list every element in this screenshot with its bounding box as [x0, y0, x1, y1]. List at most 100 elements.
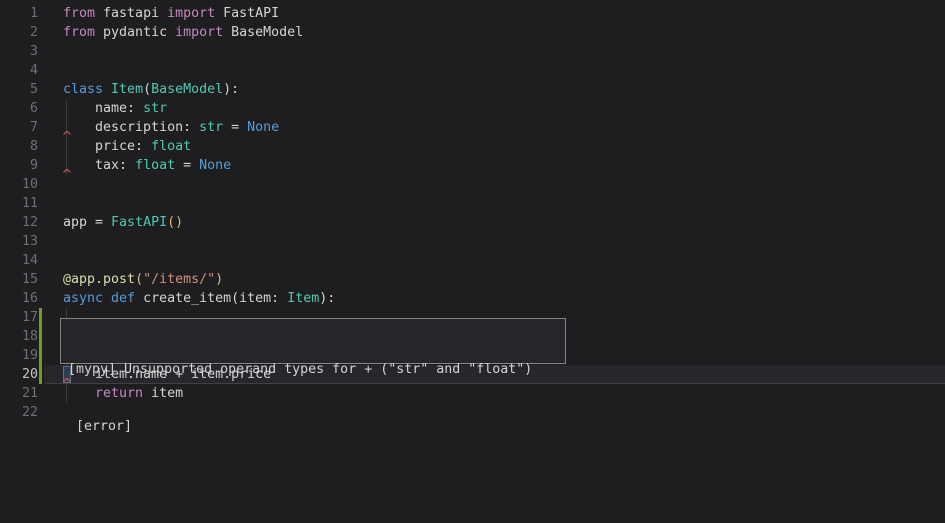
code-token: float [135, 158, 175, 173]
code-line-12[interactable]: 12app = FastAPI() [0, 213, 945, 232]
code-text: @app.post("/items/") [38, 270, 223, 289]
indent-guide [66, 99, 67, 118]
code-token [103, 291, 111, 306]
git-added-indicator [39, 308, 42, 327]
code-token: str [143, 101, 167, 116]
line-number: 13 [0, 232, 38, 251]
line-number: 4 [0, 61, 38, 80]
code-token: name: [63, 101, 143, 116]
diagnostic-severity: [error] [68, 417, 565, 436]
code-text [38, 175, 63, 194]
code-token: ( [143, 82, 151, 97]
line-number: 5 [0, 80, 38, 99]
code-line-4[interactable]: 4 [0, 61, 945, 80]
line-number: 6 [0, 99, 38, 118]
code-line-10[interactable]: 10 [0, 175, 945, 194]
code-text: async def create_item(item: Item): [38, 289, 335, 308]
code-text: from pydantic import BaseModel [38, 23, 303, 42]
code-text: from fastapi import FastAPI [38, 4, 279, 23]
code-token: app = [63, 215, 111, 230]
code-line-8[interactable]: 8 price: float [0, 137, 945, 156]
code-token: "/items/" [143, 272, 215, 287]
line-number: 18 [0, 327, 38, 346]
line-number: 22 [0, 403, 38, 422]
code-line-1[interactable]: 1from fastapi import FastAPI [0, 4, 945, 23]
line-number: 21 [0, 384, 38, 403]
git-added-indicator [39, 365, 42, 384]
code-line-7[interactable]: 7 description: str = None^ [0, 118, 945, 137]
diagnostic-tooltip: [mypy] Unsupported operand types for + (… [60, 318, 566, 364]
code-token: float [151, 139, 191, 154]
code-token: def [111, 291, 135, 306]
line-number: 20 [0, 365, 38, 384]
git-added-indicator [39, 327, 42, 346]
code-token: from [63, 6, 95, 21]
line-number: 10 [0, 175, 38, 194]
line-number: 3 [0, 42, 38, 61]
code-token: tax: [63, 158, 135, 173]
code-text: app = FastAPI() [38, 213, 183, 232]
code-token: BaseModel [223, 25, 303, 40]
line-number: 9 [0, 156, 38, 175]
code-line-13[interactable]: 13 [0, 232, 945, 251]
line-number: 15 [0, 270, 38, 289]
code-token: BaseModel [151, 82, 223, 97]
code-token: from [63, 25, 95, 40]
code-line-6[interactable]: 6 name: str [0, 99, 945, 118]
code-token: FastAPI [215, 6, 279, 21]
code-text [38, 251, 63, 270]
code-token: class [63, 82, 103, 97]
code-token: description: [63, 120, 199, 135]
line-number: 1 [0, 4, 38, 23]
code-token: = [175, 158, 199, 173]
code-token: None [199, 158, 231, 173]
code-token: import [167, 6, 215, 21]
code-text [38, 194, 63, 213]
code-line-14[interactable]: 14 [0, 251, 945, 270]
code-token: ( [135, 272, 143, 287]
code-token: ): [223, 82, 239, 97]
code-token: Item [111, 82, 143, 97]
git-added-indicator [39, 346, 42, 365]
code-token: fastapi [95, 6, 167, 21]
code-text: description: str = None [38, 118, 279, 137]
code-token: str [199, 120, 223, 135]
code-editor: 1from fastapi import FastAPI2from pydant… [0, 0, 945, 523]
code-text [38, 61, 63, 80]
code-line-2[interactable]: 2from pydantic import BaseModel [0, 23, 945, 42]
code-token [103, 82, 111, 97]
code-line-16[interactable]: 16async def create_item(item: Item): [0, 289, 945, 308]
line-number: 7 [0, 118, 38, 137]
code-token: @app.post [63, 272, 135, 287]
code-line-11[interactable]: 11 [0, 194, 945, 213]
line-number: 2 [0, 23, 38, 42]
code-token: = [223, 120, 247, 135]
code-text [38, 42, 63, 61]
code-line-5[interactable]: 5class Item(BaseModel): [0, 80, 945, 99]
code-token: create_item(item: [135, 291, 287, 306]
code-token: Item [287, 291, 319, 306]
line-number: 11 [0, 194, 38, 213]
code-token: async [63, 291, 103, 306]
code-token: ): [319, 291, 335, 306]
line-number: 16 [0, 289, 38, 308]
code-token: () [167, 215, 183, 230]
code-line-9[interactable]: 9 tax: float = None^ [0, 156, 945, 175]
code-text [38, 232, 63, 251]
code-text [38, 403, 63, 422]
line-number: 12 [0, 213, 38, 232]
diagnostic-message: [mypy] Unsupported operand types for + (… [68, 360, 565, 379]
code-text: name: str [38, 99, 167, 118]
code-line-15[interactable]: 15@app.post("/items/") [0, 270, 945, 289]
code-token: pydantic [95, 25, 175, 40]
code-text: class Item(BaseModel): [38, 80, 239, 99]
code-token: FastAPI [111, 215, 167, 230]
code-token: import [175, 25, 223, 40]
code-token: price: [63, 139, 151, 154]
diagnostic-caret-icon: ^ [61, 168, 74, 180]
code-line-3[interactable]: 3 [0, 42, 945, 61]
line-number: 8 [0, 137, 38, 156]
line-number: 19 [0, 346, 38, 365]
code-token: ) [215, 272, 223, 287]
code-token: None [247, 120, 279, 135]
